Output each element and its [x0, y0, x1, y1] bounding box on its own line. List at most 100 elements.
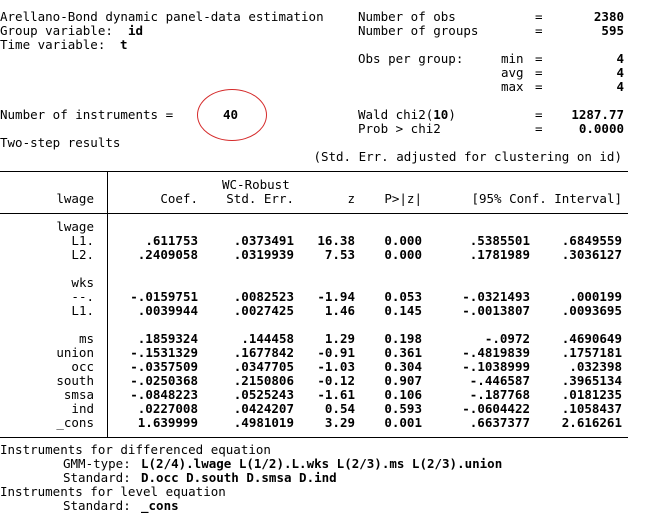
- z-cell: 1.46: [324, 303, 355, 318]
- min-value: 4: [616, 51, 624, 66]
- std-err-cell: .0424207: [233, 401, 294, 416]
- p-value-cell: 0.145: [384, 303, 422, 318]
- ci-upper-cell: .032398: [569, 359, 622, 374]
- z-cell: 16.38: [317, 233, 355, 248]
- coef-cell: .1859324: [137, 331, 198, 346]
- col-header-conf-interval: [95% Conf. Interval]: [471, 191, 622, 206]
- table-vertical-rule: [107, 171, 108, 437]
- col-header-pz: P>|z|: [384, 191, 422, 206]
- gmm-type-label: GMM-type:: [63, 456, 131, 471]
- coef-cell: .2409058: [137, 247, 198, 262]
- col-header-std-err: Std. Err.: [226, 191, 294, 206]
- prob-label: Prob > chi2: [358, 121, 441, 136]
- row-label: L1.: [71, 303, 94, 318]
- ci-lower-cell: -.0604422: [462, 401, 530, 416]
- coef-cell: -.1531329: [130, 345, 198, 360]
- ci-upper-cell: .3036127: [561, 247, 622, 262]
- ci-upper-cell: .0093695: [561, 303, 622, 318]
- wald-label-close: ): [448, 107, 456, 122]
- std-err-cell: .0525243: [233, 387, 294, 402]
- group-label-lwage: lwage: [56, 219, 94, 234]
- z-cell: 0.54: [324, 401, 355, 416]
- p-value-cell: 0.907: [384, 373, 422, 388]
- z-cell: -0.12: [317, 373, 355, 388]
- p-value-cell: 0.304: [384, 359, 422, 374]
- wald-df: 10: [433, 107, 449, 122]
- num-obs-label: Number of obs: [358, 9, 456, 24]
- ci-upper-cell: .000199: [569, 289, 622, 304]
- ci-upper-cell: .1757181: [561, 345, 622, 360]
- std-err-cell: .144458: [241, 331, 294, 346]
- num-instruments-label: Number of instruments =: [0, 107, 174, 122]
- num-obs-eq: =: [535, 9, 543, 24]
- z-cell: -1.61: [317, 387, 355, 402]
- group-variable-value: id: [128, 23, 144, 38]
- row-label: ms: [78, 331, 94, 346]
- num-groups-eq: =: [535, 23, 543, 38]
- prob-value: 0.0000: [578, 121, 624, 136]
- standard-label-diff: Standard:: [63, 470, 131, 485]
- col-header-coef: Coef.: [160, 191, 198, 206]
- time-variable-label: Time variable:: [0, 37, 106, 52]
- row-label: _cons: [56, 415, 94, 430]
- ci-lower-cell: -.187768: [469, 387, 530, 402]
- p-value-cell: 0.000: [384, 233, 422, 248]
- ci-lower-cell: -.446587: [469, 373, 530, 388]
- std-err-cell: .1677842: [233, 345, 294, 360]
- group-variable-label: Group variable:: [0, 23, 113, 38]
- row-label: --.: [71, 289, 94, 304]
- ci-upper-cell: .1058437: [561, 401, 622, 416]
- ci-upper-cell: 2.616261: [561, 415, 622, 430]
- wald-label-text: Wald chi2(: [358, 107, 434, 122]
- num-obs-value: 2380: [593, 9, 624, 24]
- ci-upper-cell: .3965134: [561, 373, 622, 388]
- coef-cell: -.0357509: [130, 359, 198, 374]
- table-top-rule: [0, 171, 628, 172]
- row-label: ind: [71, 401, 94, 416]
- num-groups-label: Number of groups: [358, 23, 479, 38]
- diff-eq-instruments-title: Instruments for differenced equation: [0, 442, 271, 457]
- std-err-cell: .0319939: [233, 247, 294, 262]
- coef-cell: -.0250368: [130, 373, 198, 388]
- std-err-cell: .2150806: [233, 373, 294, 388]
- coef-cell: 1.639999: [137, 415, 198, 430]
- wald-eq: =: [535, 107, 543, 122]
- ci-upper-cell: .6849559: [561, 233, 622, 248]
- std-err-cell: .4981019: [233, 415, 294, 430]
- std-err-cell: .0082523: [233, 289, 294, 304]
- min-eq: =: [535, 51, 543, 66]
- p-value-cell: 0.593: [384, 401, 422, 416]
- estimation-title: Arellano-Bond dynamic panel-data estimat…: [0, 9, 324, 24]
- row-label: L2.: [71, 247, 94, 262]
- standard-label-level: Standard:: [63, 498, 131, 513]
- std-err-cell: .0373491: [233, 233, 294, 248]
- avg-value: 4: [616, 65, 624, 80]
- std-err-cell: .0347705: [233, 359, 294, 374]
- gmm-type-value: L(2/4).lwage L(1/2).L.wks L(2/3).ms L(2/…: [141, 456, 503, 471]
- ci-lower-cell: .1781989: [469, 247, 530, 262]
- avg-eq: =: [535, 65, 543, 80]
- std-err-cell: .0027425: [233, 303, 294, 318]
- col-header-wc-robust: WC-Robust: [222, 177, 290, 192]
- standard-value-diff: D.occ D.south D.smsa D.ind: [141, 470, 337, 485]
- table-bottom-rule: [0, 437, 628, 438]
- z-cell: 1.29: [324, 331, 355, 346]
- max-value: 4: [616, 79, 624, 94]
- ci-lower-cell: -.0972: [484, 331, 530, 346]
- highlight-circle: [197, 89, 267, 141]
- max-eq: =: [535, 79, 543, 94]
- ci-lower-cell: -.0321493: [462, 289, 530, 304]
- avg-label: avg: [501, 65, 524, 80]
- z-cell: 7.53: [324, 247, 355, 262]
- p-value-cell: 0.361: [384, 345, 422, 360]
- z-cell: 3.29: [324, 415, 355, 430]
- time-variable-value: t: [120, 37, 128, 52]
- row-label: union: [56, 345, 94, 360]
- z-cell: -1.94: [317, 289, 355, 304]
- ci-lower-cell: -.1038999: [462, 359, 530, 374]
- p-value-cell: 0.001: [384, 415, 422, 430]
- ci-lower-cell: -.4819839: [462, 345, 530, 360]
- level-eq-instruments-title: Instruments for level equation: [0, 484, 226, 499]
- coef-cell: -.0159751: [130, 289, 198, 304]
- prob-eq: =: [535, 121, 543, 136]
